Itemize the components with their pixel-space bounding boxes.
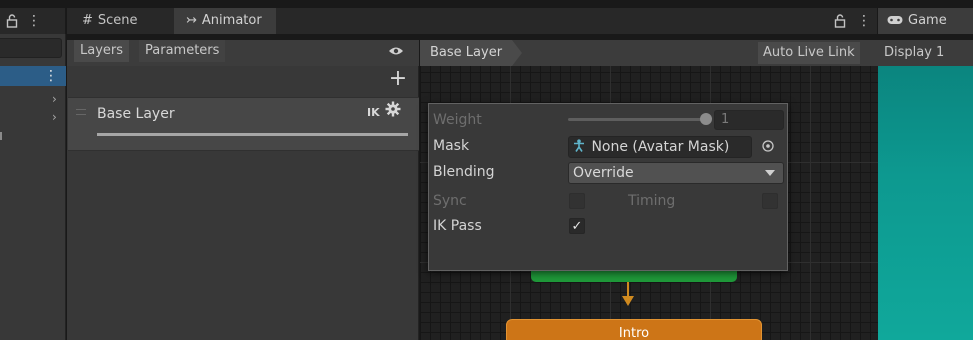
checkmark-icon: ✓ xyxy=(571,219,583,234)
transition-arrow-icon xyxy=(622,296,634,306)
lock-icon[interactable] xyxy=(6,8,18,34)
game-viewport[interactable] xyxy=(878,66,973,340)
weight-slider-handle[interactable] xyxy=(700,113,712,125)
layer-name: Base Layer xyxy=(97,106,175,122)
chevron-down-icon xyxy=(765,170,775,176)
eye-visibility-icon[interactable] xyxy=(388,40,404,66)
mask-value: None (Avatar Mask) xyxy=(591,139,730,155)
auto-live-link-button[interactable]: Auto Live Link xyxy=(758,42,860,64)
tab-scene[interactable]: # Scene xyxy=(70,8,150,34)
hierarchy-edge-marker xyxy=(0,132,4,140)
tab-animator[interactable]: ↣ Animator xyxy=(174,8,276,34)
blending-label: Blending xyxy=(433,164,495,180)
breadcrumb-arrow xyxy=(512,40,522,66)
gear-icon[interactable] xyxy=(385,101,401,122)
timing-checkbox[interactable] xyxy=(762,193,778,209)
sync-checkbox[interactable] xyxy=(569,193,585,209)
weight-label: Weight xyxy=(433,112,482,128)
display-selector[interactable]: Display 1 xyxy=(884,40,944,66)
expand-chevron-icon[interactable]: › xyxy=(52,92,57,106)
add-layer-button[interactable]: + xyxy=(388,66,408,92)
ik-pass-checkbox[interactable]: ✓ xyxy=(569,218,585,234)
mask-object-field[interactable]: None (Avatar Mask) xyxy=(568,136,752,158)
tab-game-label: Game xyxy=(908,13,947,28)
hierarchy-search-input[interactable] xyxy=(0,38,62,58)
tab-animator-label: Animator xyxy=(201,13,262,28)
layers-tab[interactable]: Layers xyxy=(74,40,130,62)
mask-label: Mask xyxy=(433,138,470,154)
animator-menu-icon[interactable]: ⋮ xyxy=(857,8,871,34)
animator-icon: ↣ xyxy=(186,13,197,28)
gamepad-icon xyxy=(887,8,903,34)
weight-slider[interactable] xyxy=(568,118,708,121)
drag-handle-icon[interactable] xyxy=(76,109,86,115)
sync-label: Sync xyxy=(433,193,467,209)
animator-lock-icon[interactable] xyxy=(834,8,846,34)
weight-value-field[interactable]: 1 xyxy=(714,110,784,130)
blending-dropdown[interactable]: Override xyxy=(568,162,784,184)
breadcrumb[interactable]: Base Layer xyxy=(420,40,512,66)
ik-pass-label: IK Pass xyxy=(433,218,482,234)
avatar-mask-icon xyxy=(573,139,589,155)
intro-state-label: Intro xyxy=(618,326,650,340)
kebab-menu-icon[interactable]: ⋮ xyxy=(27,8,41,34)
parameters-tab[interactable]: Parameters xyxy=(139,40,226,62)
timing-label: Timing xyxy=(628,193,676,209)
object-picker-icon[interactable] xyxy=(762,138,774,156)
ik-badge: IK xyxy=(367,106,380,119)
tab-game[interactable]: Game xyxy=(878,8,973,34)
expand-chevron-icon[interactable]: › xyxy=(52,110,57,124)
scene-hash-icon: # xyxy=(82,13,93,28)
layer-weight-bar xyxy=(97,133,408,136)
tab-scene-label: Scene xyxy=(97,13,138,28)
hierarchy-row-menu-icon[interactable]: ⋮ xyxy=(44,66,58,86)
